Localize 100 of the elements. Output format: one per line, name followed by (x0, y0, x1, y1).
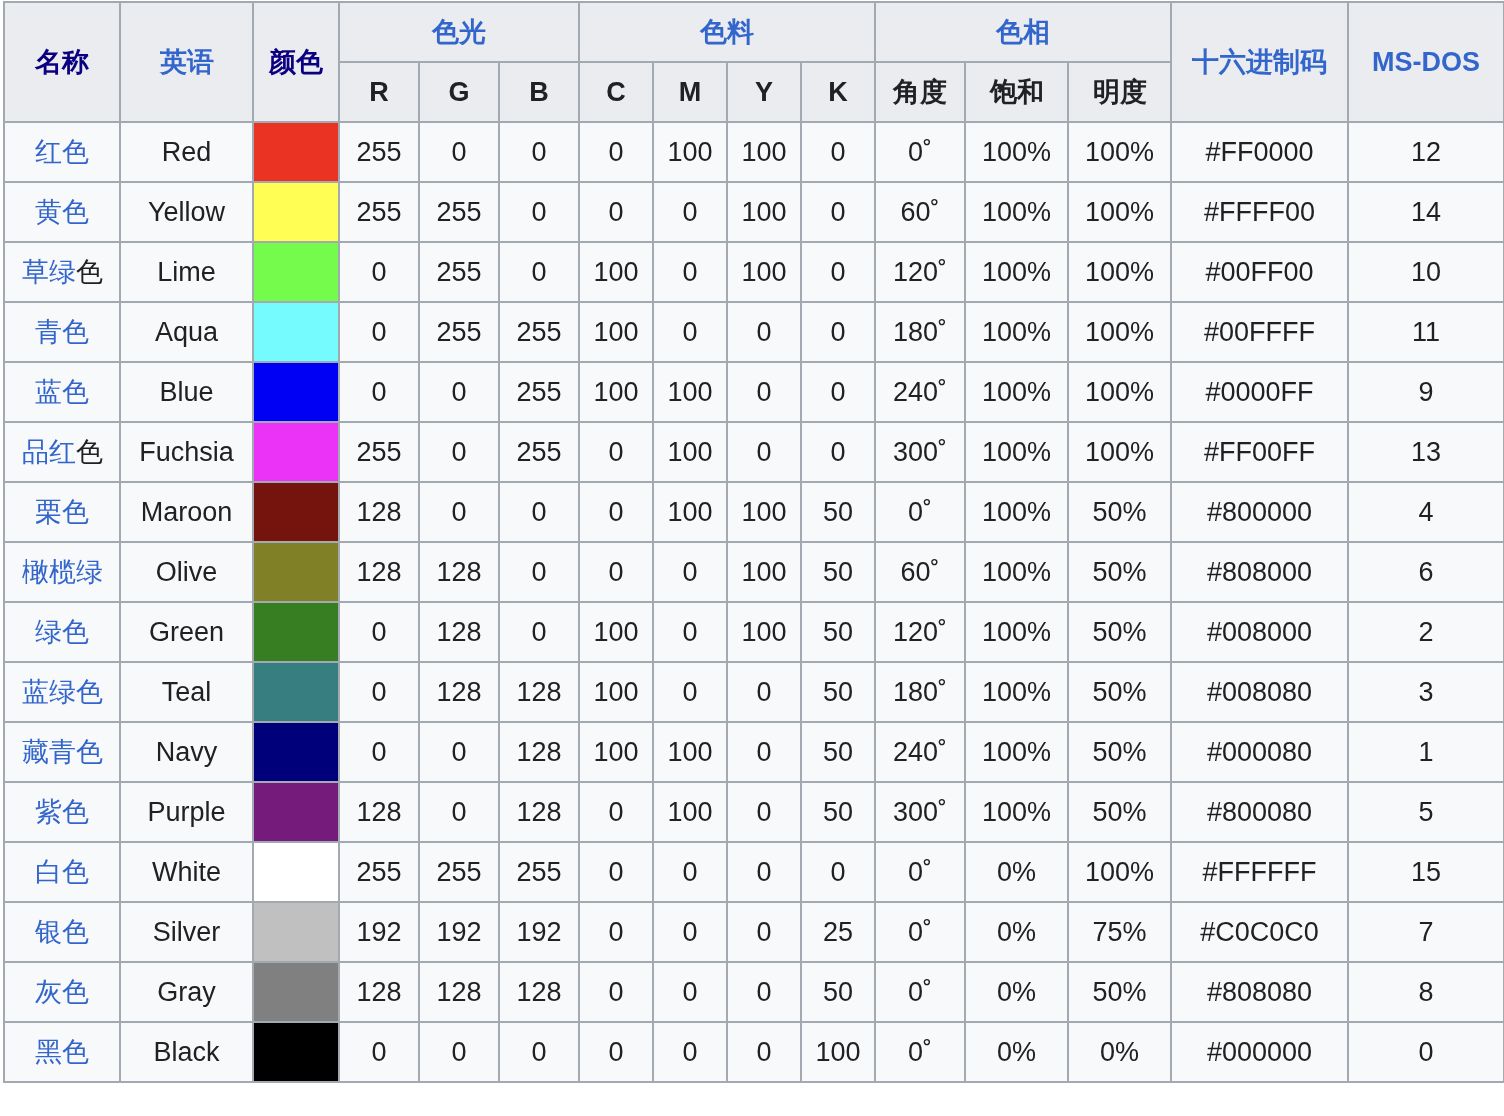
table-cell: 100% (965, 182, 1068, 242)
table-cell: 0 (801, 242, 875, 302)
color-name-link[interactable]: 银色 (35, 917, 89, 947)
table-cell: 5 (1348, 782, 1504, 842)
table-cell: 6 (1348, 542, 1504, 602)
table-cell: 0˚ (875, 902, 965, 962)
table-cell: 0 (727, 362, 801, 422)
table-cell: 0 (499, 482, 579, 542)
table-cell: #000000 (1171, 1022, 1348, 1082)
column-header[interactable]: 十六进制码 (1171, 2, 1348, 122)
color-name-link[interactable]: 橄榄绿 (21, 557, 103, 587)
table-cell: 100% (1068, 362, 1171, 422)
group-header[interactable]: 色光 (339, 2, 579, 62)
table-cell: 0 (653, 962, 727, 1022)
color-name-link[interactable]: 绿色 (35, 617, 89, 647)
color-name-suffix: 色 (75, 437, 103, 467)
column-header: K (801, 62, 875, 122)
table-cell: 100 (653, 482, 727, 542)
table-cell: 0 (579, 962, 653, 1022)
table-cell: 1 (1348, 722, 1504, 782)
table-cell: 128 (419, 662, 499, 722)
table-cell: 120˚ (875, 242, 965, 302)
table-cell: 100 (727, 242, 801, 302)
table-cell: 255 (419, 182, 499, 242)
table-cell: 0 (727, 902, 801, 962)
color-name-link[interactable]: 品红 (21, 437, 76, 467)
group-header[interactable]: 色料 (579, 2, 875, 62)
table-cell: 100% (965, 482, 1068, 542)
color-name-link[interactable]: 栗色 (35, 497, 89, 527)
table-cell: 0 (727, 1022, 801, 1082)
color-name-link[interactable]: 红色 (35, 137, 89, 167)
group-header[interactable]: 色相 (875, 2, 1171, 62)
table-cell: 4 (1348, 482, 1504, 542)
table-cell: 0 (419, 1022, 499, 1082)
table-cell: 100% (965, 362, 1068, 422)
table-cell: 60˚ (875, 542, 965, 602)
table-cell: 180˚ (875, 302, 965, 362)
color-name-link[interactable]: 黑色 (35, 1037, 89, 1067)
table-cell: 0 (727, 422, 801, 482)
table-cell: 0 (653, 1022, 727, 1082)
color-name-suffix: 色 (75, 257, 103, 287)
table-cell: 100 (653, 362, 727, 422)
table-cell: 192 (499, 902, 579, 962)
table-cell: 100 (653, 722, 727, 782)
table-cell: 100% (1068, 842, 1171, 902)
table-cell: 100% (965, 542, 1068, 602)
table-cell: 0 (579, 422, 653, 482)
table-cell: 0 (499, 1022, 579, 1082)
table-cell: #00FF00 (1171, 242, 1348, 302)
color-name-link[interactable]: 藏青色 (21, 737, 103, 767)
table-cell: 100 (579, 362, 653, 422)
table-cell: 100 (727, 122, 801, 182)
table-cell: 100% (965, 302, 1068, 362)
table-cell: 50% (1068, 482, 1171, 542)
column-header: R (339, 62, 419, 122)
table-cell: 128 (499, 662, 579, 722)
column-header[interactable]: MS-DOS (1348, 2, 1504, 122)
table-cell: 255 (499, 302, 579, 362)
color-name-link[interactable]: 紫色 (35, 797, 89, 827)
table-cell: 10 (1348, 242, 1504, 302)
table-cell: 0 (499, 242, 579, 302)
table-cell: 50% (1068, 602, 1171, 662)
table-cell: 9 (1348, 362, 1504, 422)
color-name-link[interactable]: 蓝色 (35, 377, 89, 407)
table-cell: 15 (1348, 842, 1504, 902)
table-cell: 100 (727, 602, 801, 662)
table-cell: 0 (653, 302, 727, 362)
table-cell: 3 (1348, 662, 1504, 722)
table-cell: #800080 (1171, 782, 1348, 842)
table-cell: 0 (339, 302, 419, 362)
table-cell: 0 (801, 302, 875, 362)
color-name-link[interactable]: 青色 (35, 317, 89, 347)
column-header[interactable]: 英语 (120, 2, 253, 122)
table-cell: 255 (419, 302, 499, 362)
color-name-link[interactable]: 草绿 (21, 257, 76, 287)
table-cell: 0% (965, 1022, 1068, 1082)
table-cell: 128 (339, 782, 419, 842)
table-cell: #FF00FF (1171, 422, 1348, 482)
table-cell: 0 (339, 242, 419, 302)
column-header: B (499, 62, 579, 122)
column-header[interactable]: 名称 (4, 2, 120, 122)
column-header[interactable]: 颜色 (253, 2, 339, 122)
column-header: 角度 (875, 62, 965, 122)
table-cell: 100% (1068, 422, 1171, 482)
table-cell: 50 (801, 662, 875, 722)
table-cell: 100% (965, 662, 1068, 722)
color-name-link[interactable]: 蓝绿色 (21, 677, 103, 707)
table-cell: #FFFFFF (1171, 842, 1348, 902)
table-cell: 50 (801, 782, 875, 842)
table-cell: 100 (653, 422, 727, 482)
color-name-link[interactable]: 白色 (35, 857, 89, 887)
color-name-link[interactable]: 黄色 (35, 197, 89, 227)
table-cell: 0 (801, 422, 875, 482)
table-cell: 50 (801, 482, 875, 542)
table-cell: 50 (801, 722, 875, 782)
table-cell: 192 (339, 902, 419, 962)
table-cell: 0 (653, 242, 727, 302)
table-cell: 100% (965, 782, 1068, 842)
color-name-link[interactable]: 灰色 (35, 977, 89, 1007)
table-cell: 100 (579, 602, 653, 662)
